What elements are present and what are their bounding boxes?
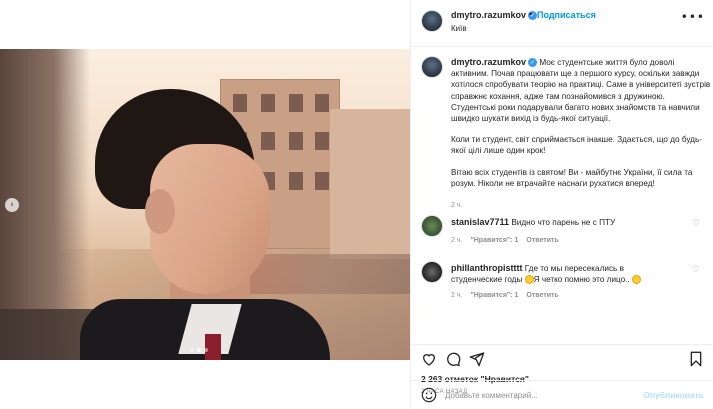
heart-icon[interactable]: ♡	[692, 219, 700, 229]
post-media-pane: ‹	[0, 0, 410, 409]
emoji-icon	[632, 275, 641, 285]
bookmark-icon[interactable]	[688, 351, 704, 367]
avatar[interactable]	[421, 10, 443, 32]
share-icon[interactable]	[469, 351, 485, 367]
carousel-prev-button[interactable]: ‹	[5, 198, 19, 212]
comments-list[interactable]: dmytro.razumkov ✓ Моє студентське життя б…	[411, 48, 713, 344]
comment-input[interactable]	[445, 387, 665, 403]
comment-meta: 2 ч. "Нравится": 1 Ответить	[451, 292, 559, 299]
avatar[interactable]	[421, 215, 443, 237]
comment-username[interactable]: phillanthropistttt	[451, 263, 523, 273]
comment-meta: 2 ч. "Нравится": 1 Ответить	[451, 237, 559, 244]
header-separator: •	[529, 9, 533, 19]
reply-button[interactable]: Ответить	[526, 237, 558, 244]
post-location[interactable]: Київ	[451, 24, 467, 33]
comment-time[interactable]: 2 ч.	[451, 237, 462, 244]
post-header: dmytro.razumkov ✓ • Подписаться Київ •••	[411, 0, 713, 47]
emoji-icon[interactable]	[421, 387, 437, 403]
avatar[interactable]	[421, 56, 443, 78]
heart-icon[interactable]	[421, 351, 437, 367]
avatar[interactable]	[421, 261, 443, 283]
reply-button[interactable]: Ответить	[526, 292, 558, 299]
emoji-icon	[524, 275, 534, 285]
comment-time[interactable]: 2 ч.	[451, 292, 462, 299]
heart-icon[interactable]: ♡	[692, 265, 700, 275]
more-icon[interactable]: •••	[681, 10, 705, 24]
caption-username[interactable]: dmytro.razumkov	[451, 57, 526, 67]
carousel-dot-active	[197, 348, 201, 352]
comment-username[interactable]: stanislav7711	[451, 217, 509, 227]
comment-text: Я четко помню это лицо..	[533, 275, 630, 284]
comment-likes[interactable]: "Нравится": 1	[470, 292, 518, 299]
post-photo[interactable]	[0, 49, 410, 360]
caption-paragraph: Вітаю всіх студентів із святом! Ви - май…	[451, 167, 693, 188]
follow-button[interactable]: Подписаться	[537, 10, 596, 20]
publish-button[interactable]: Опубликовать	[643, 390, 704, 400]
caption-text: dmytro.razumkov ✓ Моє студентське життя б…	[451, 57, 711, 199]
caption-time: 2 ч.	[451, 202, 463, 209]
carousel-dot	[190, 348, 194, 352]
comment-text: Видно что парень не с ПТУ	[511, 218, 616, 227]
carousel-dot	[204, 348, 208, 352]
comment-icon[interactable]	[445, 351, 461, 367]
post-side-panel: dmytro.razumkov ✓ • Подписаться Київ ••• …	[410, 0, 713, 409]
caption-paragraph: Моє студентське життя було доволі активн…	[451, 58, 711, 124]
caption-paragraph: Коли ти студент, світ сприймається інакш…	[451, 135, 702, 156]
header-username[interactable]: dmytro.razumkov ✓	[451, 10, 538, 21]
verified-icon: ✓	[528, 58, 538, 68]
add-comment-bar: Опубликовать	[411, 380, 713, 409]
comment-likes[interactable]: "Нравится": 1	[470, 237, 518, 244]
carousel-dots	[190, 348, 208, 352]
